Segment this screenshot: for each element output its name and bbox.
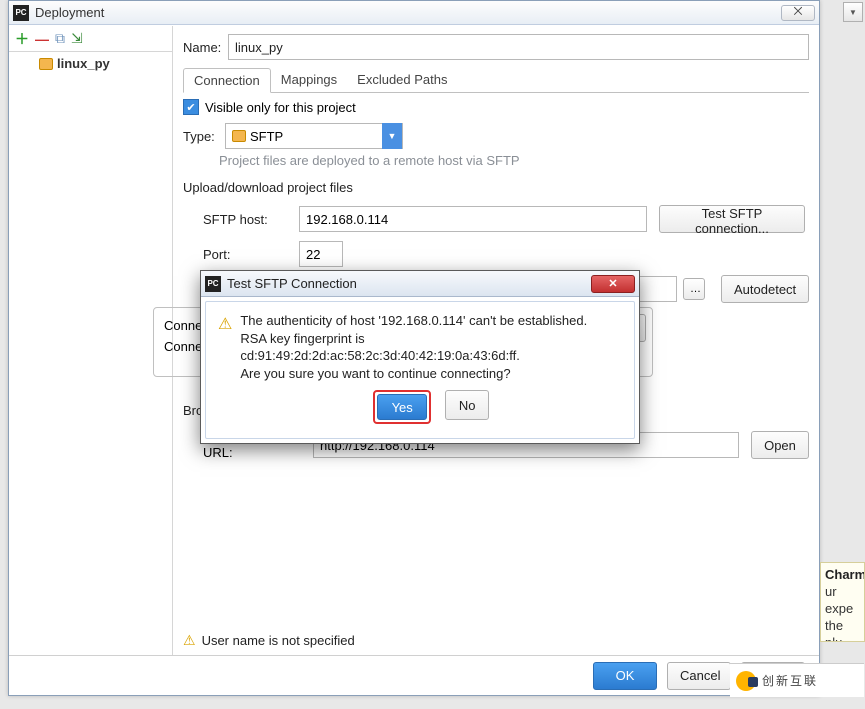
window-close-button[interactable]: ⨉ xyxy=(781,5,815,21)
test-connection-button[interactable]: Test SFTP connection... xyxy=(659,205,805,233)
warning-icon: ⚠ xyxy=(183,632,196,649)
browse-path-button[interactable]: … xyxy=(683,278,705,300)
server-icon xyxy=(39,58,53,70)
copy-icon[interactable]: ⧉ xyxy=(55,30,65,47)
cancel-button[interactable]: Cancel xyxy=(667,662,731,690)
remove-icon[interactable]: — xyxy=(35,31,49,47)
ok-button[interactable]: OK xyxy=(593,662,657,690)
yes-highlight: Yes xyxy=(373,390,431,424)
window-title: Deployment xyxy=(35,5,781,20)
warning-text: User name is not specified xyxy=(202,633,355,648)
add-icon[interactable]: ＋ xyxy=(15,29,29,49)
modal-title: Test SFTP Connection xyxy=(227,276,591,291)
port-input[interactable] xyxy=(299,241,343,267)
tab-excluded[interactable]: Excluded Paths xyxy=(347,68,457,92)
modal-line3: Are you sure you want to continue connec… xyxy=(240,365,622,383)
dialog-footer: OK Cancel Help xyxy=(9,655,819,695)
modal-line1: The authenticity of host '192.168.0.114'… xyxy=(240,312,622,330)
tip-title: Charm xyxy=(825,567,865,582)
folder-icon xyxy=(232,130,246,142)
visible-label: Visible only for this project xyxy=(205,100,356,115)
type-hint: Project files are deployed to a remote h… xyxy=(219,153,809,168)
port-label: Port: xyxy=(203,247,299,262)
sidebar: ＋ — ⧉ ⇲ linux_py xyxy=(9,26,173,655)
tab-bar: Connection Mappings Excluded Paths xyxy=(183,68,809,93)
no-button[interactable]: No xyxy=(445,390,489,420)
sidebar-toolbar: ＋ — ⧉ ⇲ xyxy=(9,26,172,52)
warning-icon: ⚠ xyxy=(218,314,232,434)
autodetect-button[interactable]: Autodetect xyxy=(721,275,809,303)
logo-icon xyxy=(736,671,756,691)
open-button[interactable]: Open xyxy=(751,431,809,459)
sidebar-item-server[interactable]: linux_py xyxy=(33,54,148,73)
name-label: Name: xyxy=(183,40,228,55)
modal-line2: RSA key fingerprint is cd:91:49:2d:2d:ac… xyxy=(240,330,622,365)
name-input[interactable] xyxy=(228,34,809,60)
tab-mappings[interactable]: Mappings xyxy=(271,68,347,92)
modal-message: The authenticity of host '192.168.0.114'… xyxy=(240,312,622,434)
watermark: 创新互联 xyxy=(730,663,864,697)
app-icon: PC xyxy=(205,276,221,292)
tab-connection[interactable]: Connection xyxy=(183,68,271,93)
chevron-down-icon[interactable]: ▼ xyxy=(382,123,402,149)
export-icon[interactable]: ⇲ xyxy=(71,30,83,47)
test-sftp-dialog: PC Test SFTP Connection ✕ ⚠ The authenti… xyxy=(200,270,640,444)
behind-label-b: Conne xyxy=(164,339,202,354)
visible-checkbox[interactable]: ✔ xyxy=(183,99,199,115)
host-input[interactable] xyxy=(299,206,647,232)
tip-panel: Charm ur expe the plu al data w kiloby xyxy=(820,562,865,642)
behind-label-a: Conne xyxy=(164,318,202,333)
type-combo[interactable]: SFTP ▼ xyxy=(225,123,403,149)
app-icon: PC xyxy=(13,5,29,21)
sidebar-item-label: linux_py xyxy=(57,56,110,71)
modal-titlebar: PC Test SFTP Connection ✕ xyxy=(201,271,639,297)
host-label: SFTP host: xyxy=(203,212,299,227)
type-label: Type: xyxy=(183,129,219,144)
modal-close-button[interactable]: ✕ xyxy=(591,275,635,293)
yes-button[interactable]: Yes xyxy=(377,394,427,420)
upload-section-title: Upload/download project files xyxy=(183,180,809,195)
logo-text: 创新互联 xyxy=(762,672,818,689)
dropdown-toggle[interactable]: ▼ xyxy=(843,2,863,22)
type-value: SFTP xyxy=(250,129,283,144)
window-titlebar: PC Deployment ⨉ xyxy=(9,1,819,25)
